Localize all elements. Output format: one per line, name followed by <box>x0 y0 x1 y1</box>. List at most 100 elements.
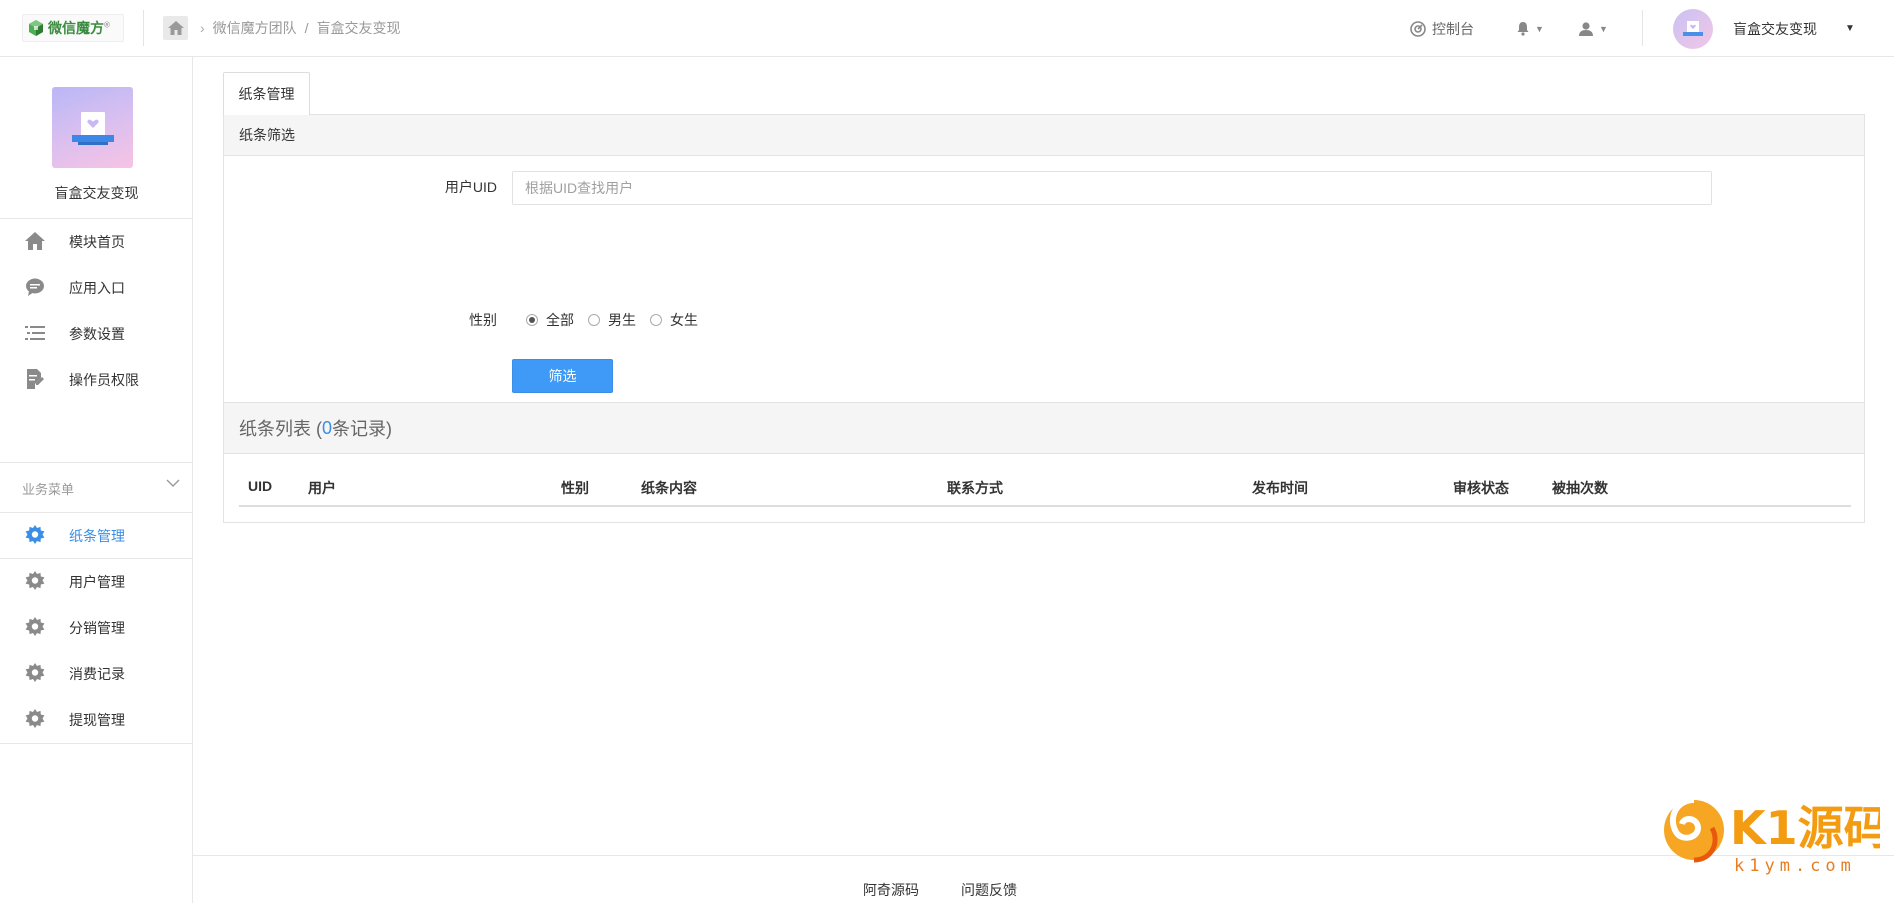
k1-watermark-logo: K1源码 k1ym.com <box>1660 788 1890 878</box>
chevron-down-icon[interactable] <box>166 475 180 491</box>
sidebar-item-user-management[interactable]: 用户管理 <box>0 558 193 604</box>
box-heart-icon <box>1683 21 1703 36</box>
divider <box>0 462 193 463</box>
home-icon <box>167 21 184 35</box>
sidebar-item-withdrawal-management[interactable]: 提现管理 <box>0 696 193 742</box>
list-title-prefix: 纸条列表 ( <box>239 419 322 439</box>
column-header-contact: 联系方式 <box>947 480 1003 496</box>
edit-document-icon <box>24 369 46 389</box>
gear-icon <box>24 709 46 729</box>
sidebar-item-settings[interactable]: 参数设置 <box>0 310 193 356</box>
radio-unchecked-icon <box>650 314 662 326</box>
divider <box>143 10 144 46</box>
sidebar-item-label: 参数设置 <box>69 326 125 342</box>
home-icon <box>24 231 46 251</box>
svg-text:k1ym.com: k1ym.com <box>1734 856 1856 876</box>
divider <box>0 743 193 744</box>
list-title-suffix: 条记录) <box>332 419 393 439</box>
filter-panel: 纸条筛选 用户UID 性别 全部 男生 女生 筛选 <box>223 114 1865 440</box>
breadcrumb-item-team[interactable]: 微信魔方团队 <box>213 18 297 38</box>
chat-bubble-icon <box>24 277 46 297</box>
avatar[interactable] <box>1673 9 1713 49</box>
sidebar-item-note-management[interactable]: 纸条管理 <box>0 512 193 558</box>
weixin-mofang-logo[interactable]: 微信魔方® <box>22 14 124 42</box>
uid-search-input[interactable] <box>512 171 1712 205</box>
section-title-business-menu: 业务菜单 <box>22 482 75 497</box>
sidebar-item-label: 纸条管理 <box>69 528 125 544</box>
app-logo <box>52 87 133 168</box>
divider <box>1642 10 1643 46</box>
radio-checked-icon <box>526 314 538 326</box>
filter-panel-title: 纸条筛选 <box>224 115 1864 156</box>
list-icon <box>24 323 46 343</box>
top-navbar: 微信魔方® › 微信魔方团队 / 盲盒交友变现 控制台 ▼ ▼ 盲盒交友变现 ▼ <box>0 0 1894 57</box>
sidebar-item-consumption-records[interactable]: 消费记录 <box>0 650 193 696</box>
user-name-dropdown[interactable]: 盲盒交友变现 ▼ <box>1733 0 1855 57</box>
record-count: 0 <box>322 417 333 438</box>
gear-icon <box>24 525 46 545</box>
console-link[interactable]: 控制台 <box>1410 0 1474 57</box>
breadcrumb-separator: / <box>304 20 309 36</box>
sidebar-item-label: 应用入口 <box>69 280 125 296</box>
gender-label: 性别 <box>469 312 497 328</box>
radio-label: 男生 <box>608 312 636 328</box>
column-header-user: 用户 <box>308 480 336 496</box>
caret-down-icon: ▼ <box>1535 23 1544 34</box>
home-button[interactable] <box>163 16 188 40</box>
gear-icon <box>24 617 46 637</box>
column-header-gender: 性别 <box>561 480 589 496</box>
gear-icon <box>24 571 46 591</box>
sidebar-item-distribution-management[interactable]: 分销管理 <box>0 604 193 650</box>
user-dropdown[interactable]: ▼ <box>1578 0 1608 57</box>
column-header-uid: UID <box>248 478 273 494</box>
tab-note-management[interactable]: 纸条管理 <box>223 72 310 115</box>
column-header-draw-count: 被抽次数 <box>1552 480 1608 496</box>
uid-label: 用户UID <box>444 179 497 195</box>
gear-icon <box>24 663 46 683</box>
gender-radio-group: 全部 男生 女生 <box>526 310 712 330</box>
note-list-panel: 纸条列表 (0 条记录) UID 用户 性别 纸条内容 联系方式 发布时间 审核状… <box>223 402 1865 523</box>
notification-dropdown[interactable]: ▼ <box>1516 0 1544 57</box>
column-header-note-content: 纸条内容 <box>641 480 697 496</box>
gender-radio-female[interactable]: 女生 <box>650 310 698 330</box>
bell-icon <box>1517 22 1529 36</box>
radio-label: 全部 <box>546 312 574 328</box>
gender-radio-all[interactable]: 全部 <box>526 310 574 330</box>
app-name: 盲盒交友变现 <box>54 185 139 201</box>
radio-label: 女生 <box>670 312 698 328</box>
column-header-publish-time: 发布时间 <box>1252 480 1308 496</box>
dashboard-gauge-icon <box>1410 20 1426 37</box>
sidebar-item-label: 分销管理 <box>69 620 125 636</box>
sidebar-item-app-entry[interactable]: 应用入口 <box>0 264 193 310</box>
logo-text: 微信魔方® <box>48 20 110 36</box>
radio-unchecked-icon <box>588 314 600 326</box>
sidebar: 盲盒交友变现 模块首页 应用入口 参数设置 操作员权限 业务菜单 纸条管理 用户… <box>0 57 193 903</box>
gift-box-heart-icon <box>71 111 114 145</box>
cube-logo-icon <box>29 20 43 36</box>
sidebar-item-operator-permissions[interactable]: 操作员权限 <box>0 356 193 402</box>
user-name: 盲盒交友变现 <box>1733 20 1817 37</box>
chevron-right-icon: › <box>200 20 205 36</box>
main-content: 纸条管理 纸条筛选 用户UID 性别 全部 男生 女生 筛选 纸条列表 (0条记… <box>193 57 1894 903</box>
breadcrumb-item-current: 盲盒交友变现 <box>316 20 401 36</box>
sidebar-item-label: 操作员权限 <box>69 372 139 388</box>
filter-button[interactable]: 筛选 <box>512 359 613 393</box>
sidebar-item-module-home[interactable]: 模块首页 <box>0 218 193 264</box>
caret-down-icon: ▼ <box>1599 23 1608 34</box>
caret-down-icon: ▼ <box>1845 23 1855 34</box>
sidebar-item-label: 消费记录 <box>69 666 125 682</box>
footer-link-aqi-source[interactable]: 阿奇源码 <box>863 880 919 900</box>
column-header-review-status: 审核状态 <box>1453 480 1509 496</box>
user-icon <box>1579 21 1593 36</box>
note-list-title: 纸条列表 (0 条记录) <box>224 403 1864 454</box>
table-header-underline <box>239 505 1851 507</box>
footer-link-feedback[interactable]: 问题反馈 <box>961 880 1017 900</box>
svg-text:K1源码: K1源码 <box>1730 801 1880 855</box>
sidebar-item-label: 用户管理 <box>69 574 125 590</box>
gender-radio-male[interactable]: 男生 <box>588 310 636 330</box>
sidebar-item-label: 提现管理 <box>69 712 125 728</box>
console-label: 控制台 <box>1432 20 1474 37</box>
sidebar-item-label: 模块首页 <box>69 234 125 250</box>
footer-divider <box>193 855 1894 856</box>
breadcrumb: › 微信魔方团队 / 盲盒交友变现 <box>200 18 401 38</box>
